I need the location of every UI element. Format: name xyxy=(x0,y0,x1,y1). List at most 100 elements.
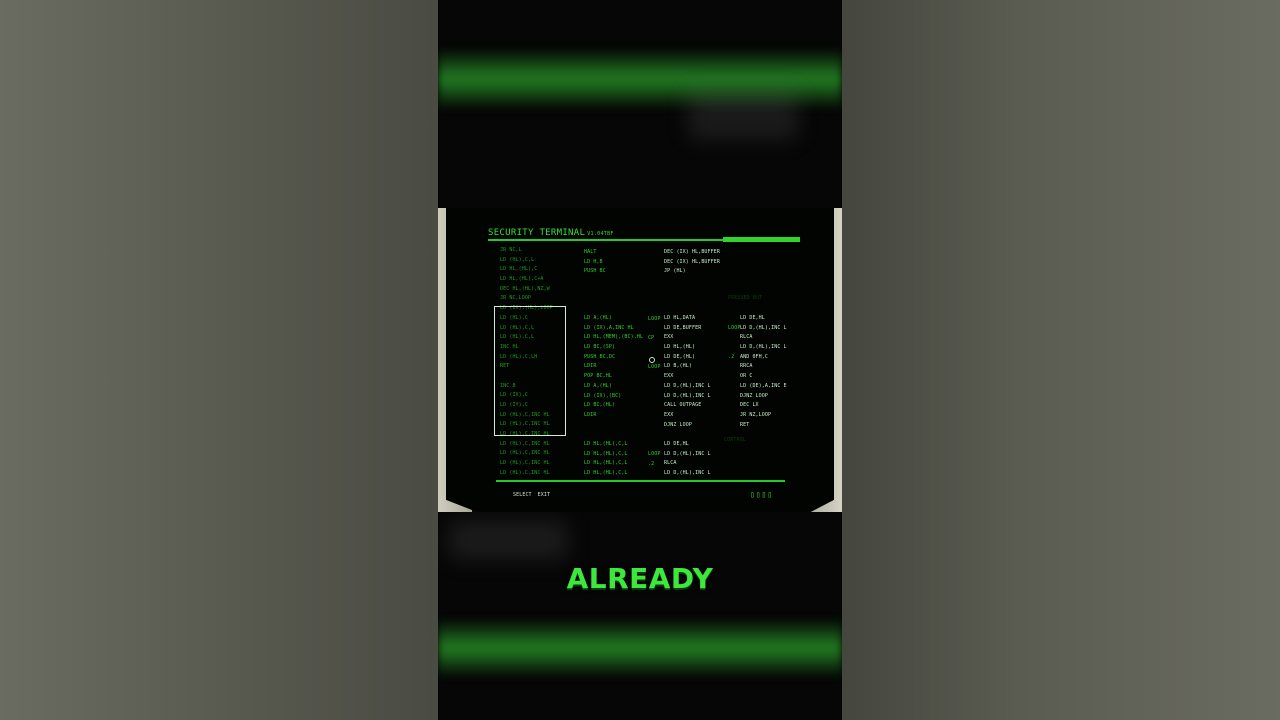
code-line: RET xyxy=(740,421,750,428)
left-blurred-background xyxy=(0,0,438,720)
code-line: HALT xyxy=(584,249,597,255)
label-column-c: LOOP .2 xyxy=(648,450,660,469)
code-line: LOOP xyxy=(648,451,661,457)
code-line: LD BC,(HL) xyxy=(584,402,616,409)
code-line: LD (HL),C,INC HL xyxy=(500,440,550,447)
code-line: JP (HL) xyxy=(664,268,686,275)
faded-right-text: PRESSED BUT xyxy=(728,295,763,301)
label-column-b: LOOP .2 xyxy=(728,324,740,363)
caption-text: ALREADY xyxy=(566,562,714,595)
code-line: PUSH BC,DC xyxy=(584,353,616,360)
code-line: DEC (IX) HL,BUFFER xyxy=(664,249,720,255)
terminal-footer-rule xyxy=(496,480,785,482)
code-line: .2 xyxy=(648,460,655,467)
code-line: LD DE,HL xyxy=(740,315,765,321)
code-line: EXX xyxy=(664,373,674,380)
code-line: JR NC,L xyxy=(500,247,522,253)
code-line: OR C xyxy=(740,373,753,380)
code-line: LD HL,(HL),C xyxy=(500,266,538,273)
code-line: LD (IX),A,INC HL xyxy=(584,324,634,331)
code-column-2-bottom: LD HL,(HL),C,L LD HL,(HL),C,L LD HL,(HL),C… xyxy=(584,440,628,479)
faded-bottom-text: CONTROL xyxy=(724,437,746,443)
code-column-2-top: HALT LD H,B PUSH BC xyxy=(584,248,606,277)
code-line: LD D,(HL),INC L xyxy=(664,470,711,477)
code-line: DEC (IX) HL,BUFFER xyxy=(664,258,720,265)
selection-box[interactable] xyxy=(494,306,566,436)
code-line: LD DE,BUFFER xyxy=(664,324,702,331)
terminal-version: V1.04TBF xyxy=(587,231,614,237)
terminal-title-text: SECURITY TERMINAL xyxy=(488,228,586,238)
bottom-blur-blob xyxy=(448,520,568,560)
status-indicator: ▯▯▯▯ xyxy=(750,490,774,499)
exit-key[interactable]: EXIT xyxy=(538,492,550,498)
code-line: LD H,B xyxy=(584,258,603,265)
code-line: POP BC,HL xyxy=(584,373,612,380)
code-line: RLCA xyxy=(740,334,753,341)
code-line: DEC LX xyxy=(740,402,759,409)
code-line: LD (DE),A,INC E xyxy=(740,382,787,389)
code-line: CP xyxy=(648,335,655,342)
code-line: LD HL,(HL),C,L xyxy=(584,470,628,477)
code-line: LD HL,(HL),C+A xyxy=(500,276,544,283)
code-line: RLCA xyxy=(664,460,677,467)
code-line: LD (HL),C,INC HL xyxy=(500,469,550,476)
code-line: LDIR xyxy=(584,411,597,418)
mouse-cursor xyxy=(649,357,655,363)
code-line: LD HL,(HL) xyxy=(664,344,696,351)
code-line: LD HL,(HL),C,L xyxy=(584,450,628,457)
code-column-3-bottom: LD DE,HL LD D,(HL),INC L RLCA LD D,(HL),INC… xyxy=(664,440,711,479)
code-line: LOOP xyxy=(648,364,661,371)
right-blurred-background xyxy=(842,0,1280,720)
terminal-screen: SECURITY TERMINAL V1.04TBF JR NC,L LD (HL)… xyxy=(478,220,806,499)
code-line: LD D,(HL),INC L xyxy=(664,382,711,389)
code-line: AND 0FH,C xyxy=(740,353,768,360)
code-line: LD B,(HL) xyxy=(664,363,692,370)
code-line: LD D,(HL),INC L xyxy=(664,450,711,457)
code-line: DJNZ LOOP xyxy=(664,421,692,428)
code-line: EXX xyxy=(664,334,674,341)
code-line: LOOP xyxy=(648,316,661,322)
code-line: JR NZ,LOOP xyxy=(740,411,772,418)
terminal-header-accent xyxy=(723,237,800,242)
terminal-footer: SELECT EXIT xyxy=(513,491,550,500)
video-frame: SECURITY TERMINAL V1.04TBF JR NC,L LD (HL)… xyxy=(438,0,842,720)
code-line: LD HL,DATA xyxy=(664,315,696,321)
code-line: LD DE,(HL) xyxy=(664,353,696,360)
bottom-blurred-glow xyxy=(438,618,842,678)
code-line: DJNZ LOOP xyxy=(740,392,768,399)
code-line: LD (HL),C,INC HL xyxy=(500,460,550,467)
code-column-4: LD DE,HL LD D,(HL),INC L RLCA LD D,(HL),INC… xyxy=(740,314,787,430)
code-line: DEC HL,(HL),NZ,W xyxy=(500,285,550,292)
code-line: LD HL,(HL),C,L xyxy=(584,441,628,447)
code-line: .2 xyxy=(728,354,735,361)
label-column-a: LOOP CP LOOP xyxy=(648,315,660,373)
code-line: LDIR xyxy=(584,363,597,370)
code-line: PUSH BC xyxy=(584,268,606,275)
code-line: LD HL,(MEM),(BC),HL xyxy=(584,334,644,341)
code-line: LD D,(HL),INC L xyxy=(740,324,787,331)
code-line: LD HL,(HL),C,L xyxy=(584,460,628,467)
code-line: LD (HL),C,INC HL xyxy=(500,450,550,457)
code-line: LOOP xyxy=(728,325,741,331)
code-line: LD (HL),C,L xyxy=(500,256,535,263)
code-column-2-mid: LD A,(HL) LD (IX),A,INC HL LD HL,(MEM),(BC… xyxy=(584,314,643,421)
code-line: LD D,(HL),INC L xyxy=(740,344,787,351)
code-line: EXX xyxy=(664,411,674,418)
code-line: LD BC,(SP) xyxy=(584,344,616,351)
code-line: CALL OUTPAGE xyxy=(664,402,702,409)
code-line: LD (IX),(BC) xyxy=(584,392,622,399)
top-blur-blob xyxy=(688,90,798,140)
code-line: LD A,(HL) xyxy=(584,315,612,321)
select-key[interactable]: SELECT xyxy=(513,492,532,498)
code-column-3-top: DEC (IX) HL,BUFFER DEC (IX) HL,BUFFER JP (… xyxy=(664,248,720,277)
code-line: LD DE,HL xyxy=(664,441,689,447)
code-line: JR NC,LOOP xyxy=(500,295,532,302)
terminal-title: SECURITY TERMINAL V1.04TBF xyxy=(488,228,614,239)
code-line: RRCA xyxy=(740,363,753,370)
code-column-3-mid: LD HL,DATA LD DE,BUFFER EXX LD HL,(HL) LD DE… xyxy=(664,314,711,430)
code-line: LD A,(HL) xyxy=(584,382,612,389)
